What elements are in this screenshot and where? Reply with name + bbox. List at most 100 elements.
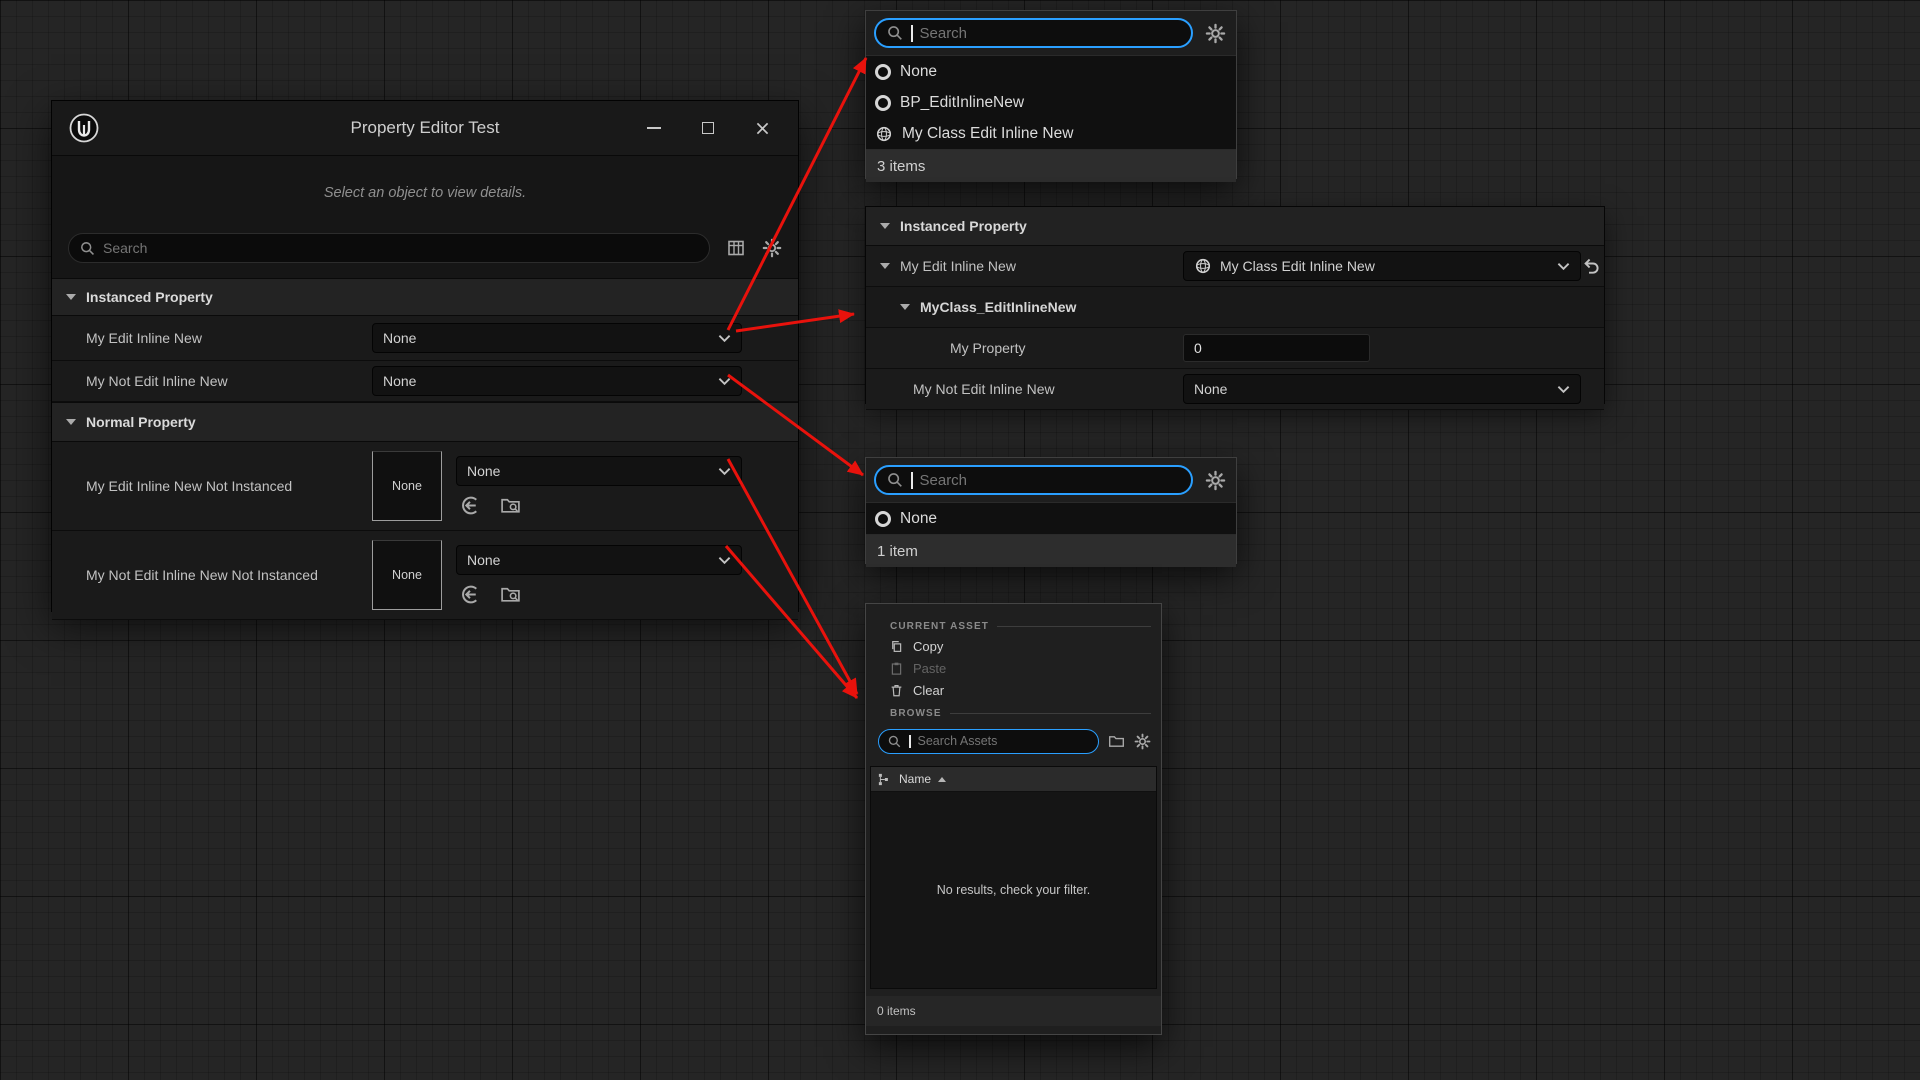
use-selected-asset-icon[interactable] <box>460 495 481 516</box>
row-my-edit-inline-new-not-instanced: My Edit Inline New Not Instanced None No… <box>52 442 798 531</box>
view-options-icon[interactable] <box>726 238 746 258</box>
unreal-editor-desktop: Property Editor Test Select an object to… <box>0 0 1920 1080</box>
class-option-my-class-edit-inline-new[interactable]: My Class Edit Inline New <box>866 118 1236 149</box>
picker-settings-gear-icon[interactable] <box>1205 470 1226 491</box>
class-sphere-icon <box>875 125 893 143</box>
browse-section-label: BROWSE <box>890 708 942 719</box>
sort-ascending-icon <box>938 777 946 782</box>
row-my-edit-inline-new: My Edit Inline New None <box>52 316 798 361</box>
none-class-icon <box>875 511 891 527</box>
dropdown-value: None <box>1194 381 1227 397</box>
section-divider <box>950 713 1151 714</box>
none-class-icon <box>875 95 891 111</box>
none-class-icon <box>875 64 891 80</box>
class-option-none[interactable]: None <box>866 503 1236 534</box>
collapse-triangle-icon <box>900 304 910 310</box>
my-edit-inline-new-dropdown[interactable]: None <box>372 323 742 353</box>
row-my-edit-inline-new: My Edit Inline New My Class Edit Inline … <box>866 246 1604 287</box>
asset-dropdown[interactable]: None <box>456 545 742 575</box>
close-button[interactable] <box>748 114 776 142</box>
asset-dropdown[interactable]: None <box>456 456 742 486</box>
class-picker-search-input[interactable] <box>920 25 1182 42</box>
row-my-not-edit-inline-new: My Not Edit Inline New None <box>866 369 1604 410</box>
reset-to-default-icon[interactable] <box>1581 256 1601 276</box>
chevron-down-icon <box>718 556 731 565</box>
class-option-none[interactable]: None <box>866 56 1236 87</box>
items-count-label: 3 items <box>866 150 1236 182</box>
view-settings-gear-icon[interactable] <box>1134 733 1151 750</box>
menu-item-paste[interactable]: Paste <box>866 657 1161 679</box>
chevron-down-icon <box>718 467 731 476</box>
trash-icon <box>889 683 904 698</box>
text-caret <box>911 25 913 42</box>
search-icon <box>886 24 904 42</box>
class-option-bp-editinlinenew[interactable]: BP_EditInlineNew <box>866 87 1236 118</box>
browse-to-asset-icon[interactable] <box>499 584 522 605</box>
my-not-edit-inline-new-dropdown[interactable]: None <box>1183 374 1581 404</box>
class-picker-search-box[interactable] <box>874 18 1193 48</box>
category-normal-property[interactable]: Normal Property <box>52 402 798 442</box>
property-label: My Edit Inline New Not Instanced <box>52 478 372 494</box>
my-edit-inline-new-dropdown[interactable]: My Class Edit Inline New <box>1183 251 1581 281</box>
column-header-name[interactable]: Name <box>871 767 1156 792</box>
browse-to-asset-icon[interactable] <box>499 495 522 516</box>
chevron-down-icon <box>1557 262 1570 271</box>
category-instanced-property[interactable]: Instanced Property <box>52 278 798 316</box>
dropdown-value: None <box>383 330 416 346</box>
row-subobject[interactable]: MyClass_EditInlineNew <box>866 287 1604 328</box>
class-picker-popup-small: None 1 item <box>865 457 1237 564</box>
asset-search-input[interactable] <box>918 734 1091 748</box>
search-icon <box>886 471 904 489</box>
asset-thumbnail[interactable]: None <box>372 451 442 521</box>
dropdown-value: My Class Edit Inline New <box>1220 258 1375 274</box>
asset-list: Name No results, check your filter. <box>870 766 1157 989</box>
category-instanced-property[interactable]: Instanced Property <box>866 207 1604 246</box>
menu-item-copy[interactable]: Copy <box>866 635 1161 657</box>
my-not-edit-inline-new-dropdown[interactable]: None <box>372 366 742 396</box>
asset-thumbnail[interactable]: None <box>372 540 442 610</box>
class-picker-popup: None BP_EditInlineNew My Class Edit Inli… <box>865 10 1237 179</box>
close-icon <box>754 120 771 137</box>
minimize-button[interactable] <box>640 114 668 142</box>
asset-search-box[interactable] <box>878 729 1099 754</box>
collapse-triangle-icon <box>880 263 890 269</box>
row-my-property: My Property 0 <box>866 328 1604 369</box>
property-label: My Not Edit Inline New <box>52 373 372 389</box>
class-picker-search-box[interactable] <box>874 465 1193 495</box>
class-list: None <box>866 502 1236 535</box>
text-caret <box>909 735 911 748</box>
property-editor-test-window: Property Editor Test Select an object to… <box>51 100 799 612</box>
row-my-not-edit-inline-new: My Not Edit Inline New None <box>52 361 798 402</box>
dropdown-value: None <box>383 373 416 389</box>
use-selected-asset-icon[interactable] <box>460 584 481 605</box>
collapse-triangle-icon <box>66 419 76 425</box>
row-my-not-edit-inline-new-not-instanced: My Not Edit Inline New Not Instanced Non… <box>52 531 798 620</box>
dropdown-value: None <box>467 552 500 568</box>
instanced-property-details-panel: Instanced Property My Edit Inline New My… <box>865 206 1605 404</box>
section-divider <box>997 626 1151 627</box>
path-folder-icon[interactable] <box>1108 733 1125 750</box>
property-label: My Edit Inline New <box>52 330 372 346</box>
chevron-down-icon <box>1557 385 1570 394</box>
class-picker-search-input[interactable] <box>920 472 1182 489</box>
collapse-triangle-icon <box>880 223 890 229</box>
items-count-label: 0 items <box>866 996 1161 1026</box>
chevron-down-icon <box>718 334 731 343</box>
maximize-button[interactable] <box>694 114 722 142</box>
minimize-icon <box>647 127 661 129</box>
details-search-box[interactable] <box>68 233 710 263</box>
details-search-input[interactable] <box>103 240 699 256</box>
my-property-input[interactable]: 0 <box>1183 334 1370 362</box>
window-titlebar[interactable]: Property Editor Test <box>52 101 798 156</box>
chevron-down-icon <box>718 377 731 386</box>
paste-icon <box>889 661 904 676</box>
property-label: My Not Edit Inline New Not Instanced <box>52 567 372 583</box>
picker-settings-gear-icon[interactable] <box>1205 23 1226 44</box>
empty-results-text: No results, check your filter. <box>871 792 1156 988</box>
asset-picker-popup: CURRENT ASSET Copy Paste Clear BROWSE <box>865 603 1162 1035</box>
search-icon <box>79 240 96 257</box>
dropdown-value: None <box>467 463 500 479</box>
current-asset-section-label: CURRENT ASSET <box>890 621 989 632</box>
settings-gear-icon[interactable] <box>762 238 782 258</box>
menu-item-clear[interactable]: Clear <box>866 679 1161 701</box>
